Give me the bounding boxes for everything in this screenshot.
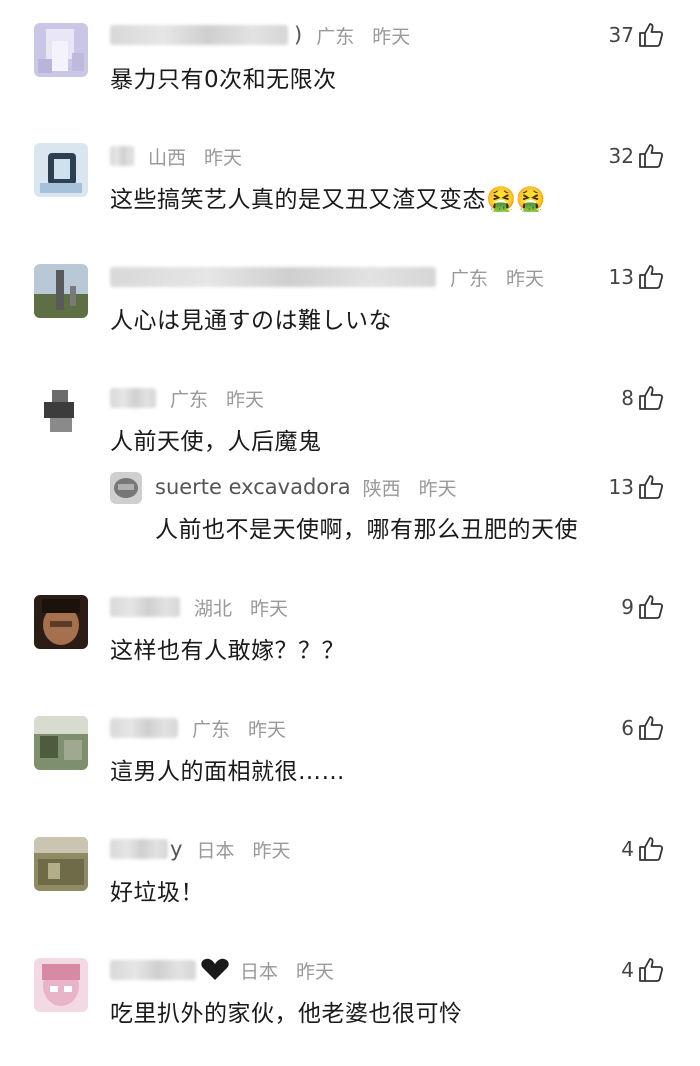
timestamp: 昨天: [226, 388, 265, 411]
username-blurred[interactable]: [110, 146, 134, 166]
comment-meta: ) 广东 昨天: [110, 20, 428, 50]
face-vomiting-emoji: 🤮🤮: [486, 185, 546, 213]
comment-text: 暴力只有0次和无限次: [110, 67, 337, 93]
like-count: 13: [608, 265, 634, 289]
like-button[interactable]: 4: [621, 955, 664, 985]
region-label: 广东: [316, 25, 355, 48]
avatar[interactable]: [34, 23, 88, 77]
comment-meta: 湖北 昨天: [110, 592, 306, 622]
like-count: 13: [608, 475, 634, 499]
timestamp: 昨天: [204, 146, 243, 169]
comment-text-body: 这些搞笑艺人真的是又丑又渣又变态: [110, 187, 486, 213]
like-count: 4: [621, 837, 634, 861]
username-blurred[interactable]: [110, 960, 196, 980]
like-count: 8: [621, 386, 634, 410]
comment-meta: 广东 昨天: [110, 713, 304, 743]
reply-avatar[interactable]: [110, 472, 142, 504]
comment-meta: 广东 昨天: [110, 262, 562, 292]
region-label: 山西: [148, 146, 187, 169]
thumbs-up-icon[interactable]: [638, 474, 664, 500]
comment-text: 这些搞笑艺人真的是又丑又渣又变态🤮🤮: [110, 180, 546, 214]
thumbs-up-icon[interactable]: [638, 22, 664, 48]
username-blurred[interactable]: [110, 718, 178, 738]
comment-meta: 广东 昨天: [110, 383, 282, 413]
username-blurred[interactable]: [110, 597, 180, 617]
like-button[interactable]: 32: [609, 141, 664, 171]
heart-icon: [201, 958, 229, 980]
timestamp: 昨天: [296, 960, 335, 983]
thumbs-up-icon[interactable]: [638, 715, 664, 741]
timestamp: 昨天: [372, 25, 411, 48]
avatar[interactable]: [34, 143, 88, 197]
username-blurred[interactable]: [110, 267, 436, 287]
like-button[interactable]: 13: [609, 262, 664, 292]
region-label: 日本: [240, 960, 279, 983]
comment-text: 好垃圾！: [110, 880, 204, 906]
comment-text: 人前天使，人后魔鬼: [110, 429, 322, 455]
like-count: 9: [621, 595, 634, 619]
username-blurred[interactable]: [110, 25, 288, 45]
avatar[interactable]: [34, 837, 88, 891]
thumbs-up-icon[interactable]: [638, 957, 664, 983]
avatar[interactable]: [34, 958, 88, 1012]
thumbs-up-icon[interactable]: [638, 594, 664, 620]
comment-meta: 山西 昨天: [110, 141, 260, 171]
comment-text: 吃里扒外的家伙，他老婆也很可怜: [110, 1001, 463, 1027]
thumbs-up-icon[interactable]: [638, 385, 664, 411]
comment-text: 人心は見通すのは難しいな: [110, 308, 392, 334]
username-tail: ): [294, 23, 303, 47]
username-blurred[interactable]: [110, 839, 168, 859]
reply-meta: suerte excavadora 陕西 昨天: [155, 472, 475, 502]
comment-meta: 日本 昨天: [110, 955, 352, 985]
region-label: 日本: [196, 839, 235, 862]
thumbs-up-icon[interactable]: [638, 264, 664, 290]
like-count: 37: [608, 23, 634, 47]
avatar[interactable]: [34, 384, 88, 438]
username-blurred[interactable]: [110, 388, 156, 408]
avatar[interactable]: [34, 716, 88, 770]
like-button[interactable]: 4: [621, 834, 664, 864]
like-button[interactable]: 8: [621, 383, 664, 413]
region-label: 广东: [450, 267, 489, 290]
like-count: 6: [621, 716, 634, 740]
region-label: 湖北: [194, 597, 233, 620]
region-label: 广东: [192, 718, 231, 741]
timestamp: 昨天: [250, 597, 289, 620]
timestamp: 昨天: [248, 718, 287, 741]
comment-text: 這男人的面相就很……: [110, 759, 345, 785]
reply-text: 人前也不是天使啊，哪有那么丑肥的天使: [155, 517, 578, 543]
region-label: 陕西: [362, 477, 401, 500]
avatar[interactable]: [34, 595, 88, 649]
comment-meta: y 日本 昨天: [110, 834, 308, 864]
thumbs-up-icon[interactable]: [638, 143, 664, 169]
reply-username[interactable]: suerte excavadora: [155, 475, 351, 499]
username-tail: y: [170, 837, 183, 861]
like-button[interactable]: 13: [609, 472, 664, 502]
like-button[interactable]: 37: [609, 20, 664, 50]
timestamp: 昨天: [506, 267, 545, 290]
timestamp: 昨天: [418, 477, 457, 500]
like-button[interactable]: 6: [621, 713, 664, 743]
region-label: 广东: [170, 388, 209, 411]
thumbs-up-icon[interactable]: [638, 836, 664, 862]
like-count: 4: [621, 958, 634, 982]
like-button[interactable]: 9: [621, 592, 664, 622]
timestamp: 昨天: [252, 839, 291, 862]
comment-text: 这样也有人敢嫁？？？: [110, 638, 345, 664]
like-count: 32: [608, 144, 634, 168]
avatar[interactable]: [34, 264, 88, 318]
